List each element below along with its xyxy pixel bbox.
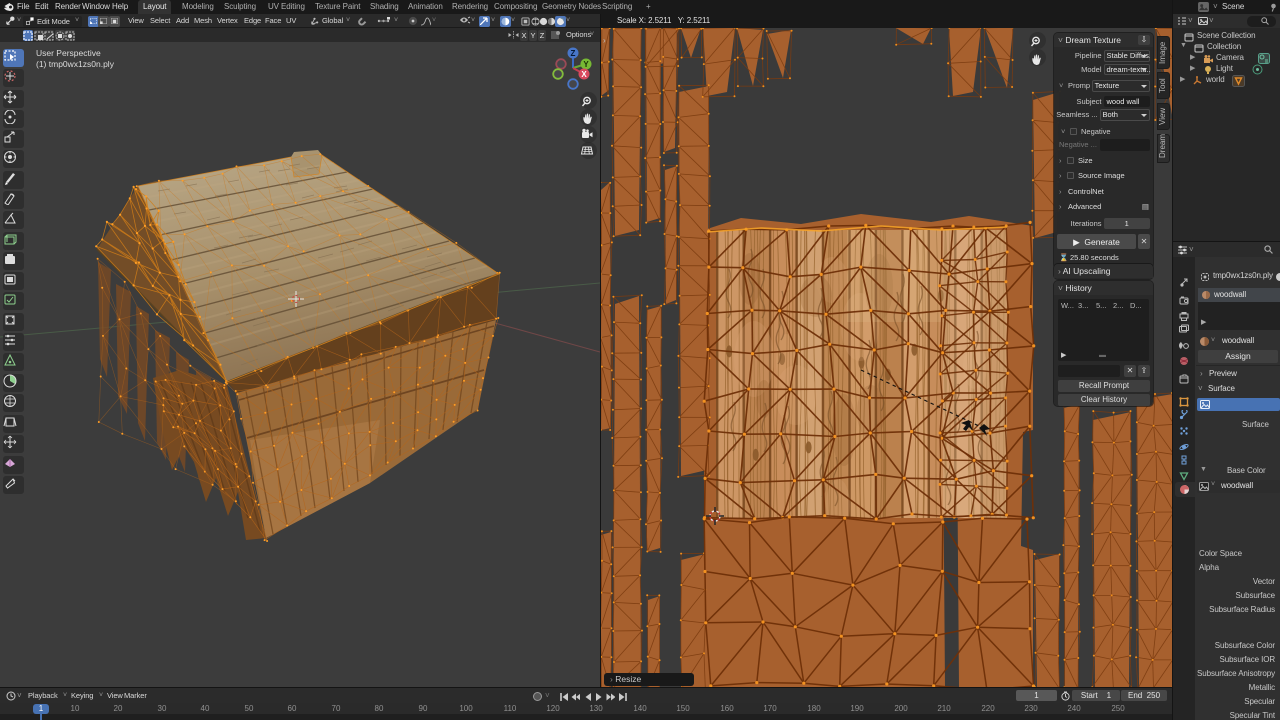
svg-text:Y: Y [583,60,589,69]
svg-text:X: X [581,70,587,79]
svg-text:Z: Z [571,49,576,58]
